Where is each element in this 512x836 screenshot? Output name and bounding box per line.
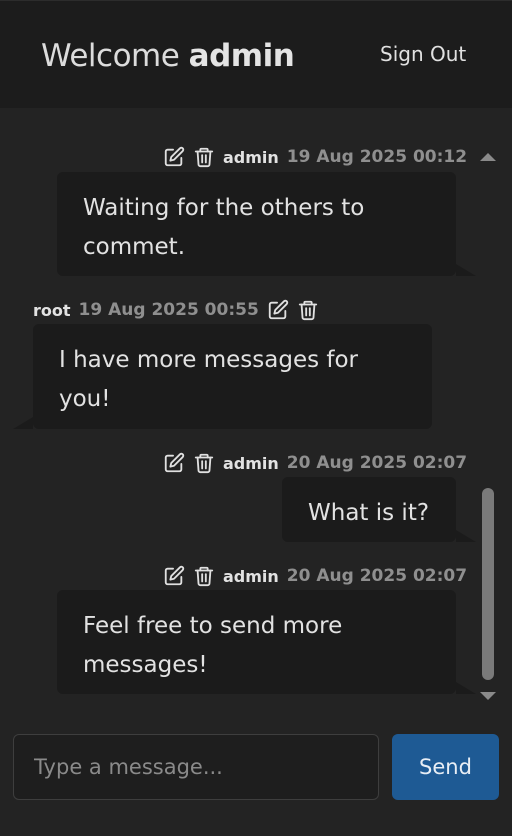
- bubble-tail: [456, 682, 476, 694]
- edit-icon[interactable]: [267, 299, 289, 321]
- message-timestamp: 20 Aug 2025 02:07: [286, 566, 468, 586]
- message-text: Waiting for the others to commet.: [83, 195, 365, 260]
- trash-icon[interactable]: [297, 299, 319, 321]
- message-text: Feel free to send more messages!: [83, 613, 343, 678]
- message-author: admin: [223, 147, 279, 167]
- trash-icon[interactable]: [193, 452, 215, 474]
- message-meta: admin 20 Aug 2025 02:07: [163, 563, 467, 589]
- message-bubble: Waiting for the others to commet.: [57, 172, 456, 276]
- message-input[interactable]: [13, 734, 379, 800]
- scroll-up-arrow-icon[interactable]: [480, 153, 496, 161]
- edit-icon[interactable]: [163, 452, 185, 474]
- scrollbar-thumb[interactable]: [482, 488, 494, 680]
- header: Welcome admin Sign Out: [0, 0, 512, 108]
- message-timestamp: 20 Aug 2025 02:07: [286, 453, 468, 473]
- message-bubble: Feel free to send more messages!: [57, 590, 456, 694]
- message-meta: admin 19 Aug 2025 00:12: [163, 144, 467, 170]
- message-list[interactable]: admin 19 Aug 2025 00:12 Waiting for the …: [0, 108, 512, 708]
- send-button[interactable]: Send: [392, 734, 499, 800]
- message-author: admin: [223, 453, 279, 473]
- edit-icon[interactable]: [163, 565, 185, 587]
- message-author: root: [33, 300, 71, 320]
- message-text: What is it?: [308, 500, 430, 526]
- bubble-tail: [13, 417, 33, 429]
- welcome-username: admin: [188, 38, 295, 74]
- chat-app: Welcome admin Sign Out admin 19 Aug 2025…: [0, 0, 512, 836]
- trash-icon[interactable]: [193, 146, 215, 168]
- message-bubble: I have more messages for you!: [33, 324, 432, 429]
- trash-icon[interactable]: [193, 565, 215, 587]
- message-meta: root 19 Aug 2025 00:55: [33, 297, 327, 323]
- message-bubble: What is it?: [282, 477, 456, 542]
- sign-out-button[interactable]: Sign Out: [380, 42, 466, 66]
- message-text: I have more messages for you!: [59, 347, 359, 412]
- bubble-tail: [456, 530, 476, 542]
- scroll-down-arrow-icon[interactable]: [480, 692, 496, 700]
- edit-icon[interactable]: [163, 146, 185, 168]
- message-author: admin: [223, 566, 279, 586]
- message-timestamp: 19 Aug 2025 00:55: [78, 300, 259, 320]
- message-timestamp: 19 Aug 2025 00:12: [286, 147, 468, 167]
- bubble-tail: [456, 264, 476, 276]
- welcome-prefix: Welcome: [41, 38, 180, 74]
- message-meta: admin 20 Aug 2025 02:07: [163, 450, 467, 476]
- welcome-title: Welcome admin: [41, 38, 295, 74]
